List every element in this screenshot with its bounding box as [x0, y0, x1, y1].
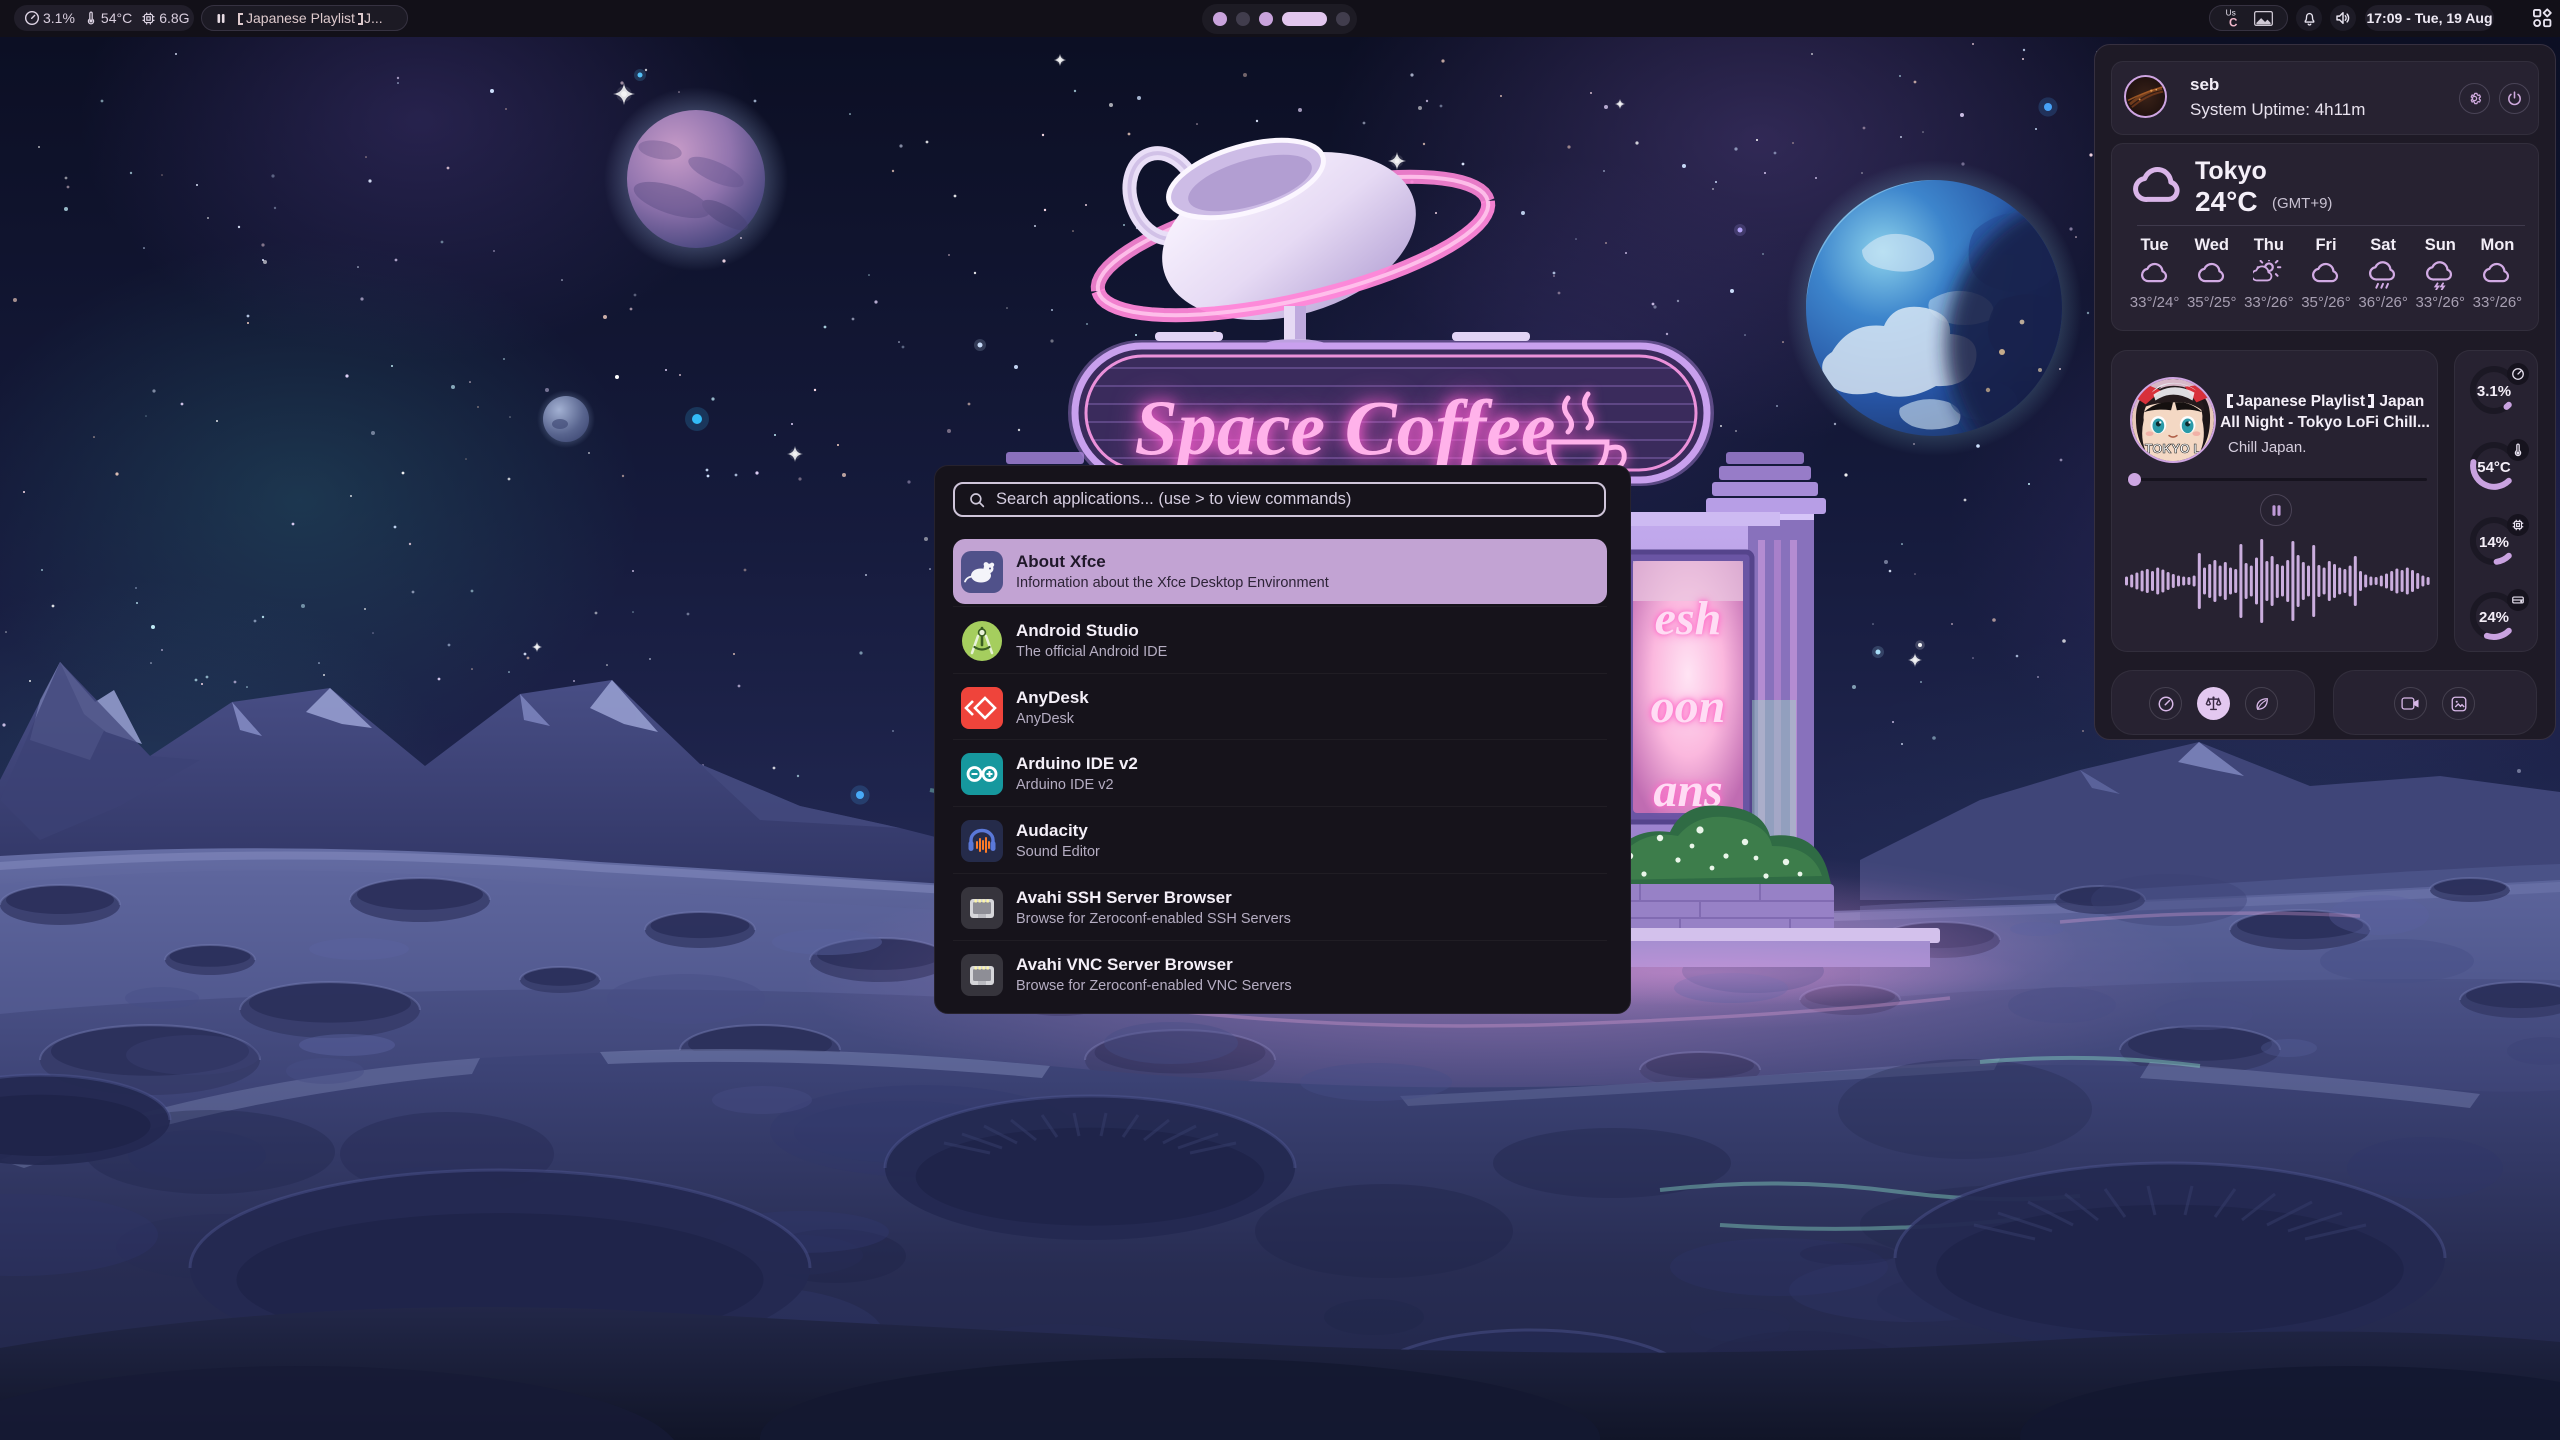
svg-text:TOKYO L: TOKYO L — [2145, 442, 2201, 456]
svg-text:24%: 24% — [2479, 609, 2509, 626]
svg-text:oon: oon — [1651, 680, 1726, 733]
svg-text:esh: esh — [1655, 592, 1722, 645]
svg-text:C: C — [2229, 16, 2238, 29]
svg-text:14%: 14% — [2479, 534, 2509, 551]
svg-text:Space Coffee: Space Coffee — [1135, 384, 1556, 471]
svg-text:3.1%: 3.1% — [2477, 383, 2511, 400]
svg-text:54°C: 54°C — [2477, 459, 2511, 476]
